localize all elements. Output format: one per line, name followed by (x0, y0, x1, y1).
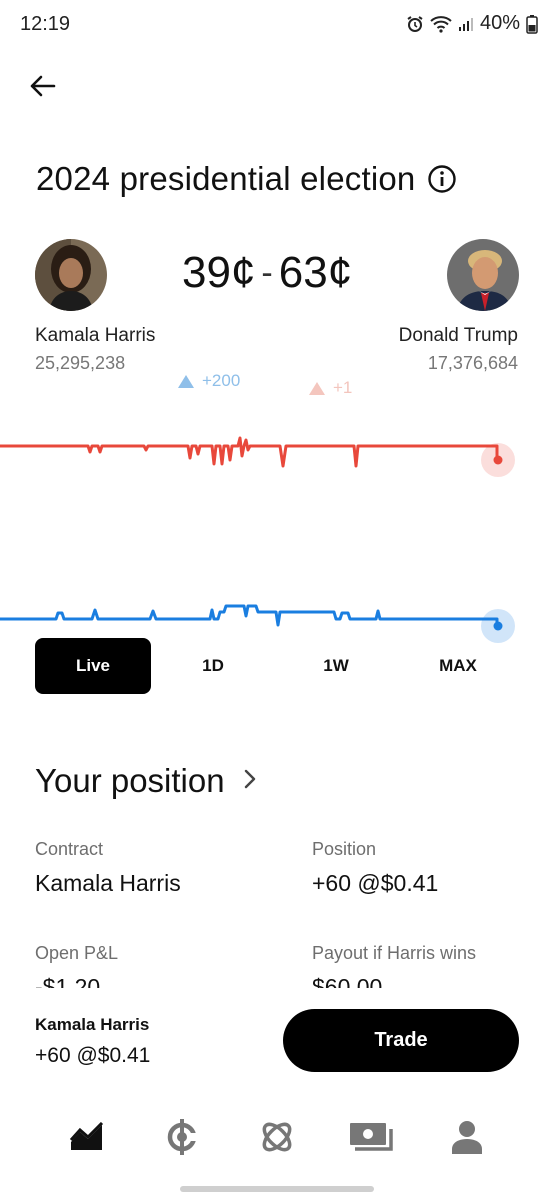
range-1d-button[interactable]: 1D (151, 638, 275, 694)
signal-icon (458, 16, 474, 32)
trump-current-dot (493, 455, 503, 465)
page-title: 2024 presidential election (36, 160, 416, 197)
up-triangle-icon (309, 381, 325, 395)
status-icons: 40% (406, 12, 538, 35)
trade-position: +60 @$0.41 (35, 1044, 151, 1067)
position-value: +60 @$0.41 (312, 870, 439, 896)
contract-value: Kamala Harris (35, 870, 181, 896)
your-position-title: Your position (35, 762, 225, 799)
trump-delta: +1 (309, 378, 352, 398)
harris-name: Kamala Harris (35, 325, 156, 346)
chart-icon[interactable] (62, 1112, 112, 1162)
cash-icon[interactable] (347, 1112, 397, 1162)
trump-avatar[interactable] (447, 239, 519, 311)
range-max-button[interactable]: MAX (397, 638, 519, 694)
time-range-selector: Live 1D 1W MAX (35, 638, 519, 694)
scroll-clipped-values: -$1.20 $60.00 (0, 972, 554, 988)
title-row: 2024 presidential election (36, 160, 457, 198)
back-arrow-icon (30, 75, 56, 97)
chevron-right-icon (243, 768, 257, 795)
harris-current-dot (493, 621, 503, 631)
back-button[interactable] (22, 66, 62, 106)
open-pnl-label: Open P&L (35, 943, 119, 963)
payout-label: Payout if Harris wins (312, 943, 477, 963)
range-1w-button[interactable]: 1W (275, 638, 397, 694)
price-chart[interactable] (0, 420, 554, 650)
bottom-nav (0, 1112, 554, 1162)
your-position-link[interactable]: Your position (35, 762, 257, 800)
price-range: 39¢ - 63¢ (182, 248, 352, 298)
harris-delta: +200 (178, 371, 240, 391)
info-icon[interactable] (427, 164, 457, 194)
up-triangle-icon (178, 374, 194, 388)
harris-avatar[interactable] (35, 239, 107, 311)
price-high: 63¢ (278, 248, 353, 297)
payout-value: $60.00 (312, 974, 383, 988)
crypto-icon[interactable] (157, 1112, 207, 1162)
harris-delta-value: +200 (202, 371, 241, 390)
trump-price-line (0, 436, 499, 468)
battery-icon (526, 14, 538, 34)
alarm-icon (406, 15, 424, 33)
harris-price-line (0, 604, 499, 627)
wifi-icon (430, 15, 452, 33)
trade-contract-name: Kamala Harris (35, 1015, 150, 1034)
price-separator: - (261, 253, 273, 292)
battery-text: 40% (479, 12, 520, 34)
trade-button[interactable]: Trade (283, 1009, 519, 1072)
open-pnl-value: -$1.20 (35, 974, 101, 988)
contract-label: Contract (35, 839, 104, 859)
home-indicator[interactable] (180, 1186, 374, 1192)
price-low: 39¢ (182, 248, 256, 297)
trump-name: Donald Trump (398, 325, 518, 346)
position-label: Position (312, 839, 377, 859)
status-time: 12:19 (20, 13, 71, 35)
harris-votes: 25,295,238 (35, 353, 126, 373)
trump-votes: 17,376,684 (427, 353, 518, 373)
trump-delta-value: +1 (333, 378, 353, 397)
range-live-button[interactable]: Live (35, 638, 151, 694)
atom-icon[interactable] (252, 1112, 302, 1162)
profile-icon[interactable] (442, 1112, 492, 1162)
